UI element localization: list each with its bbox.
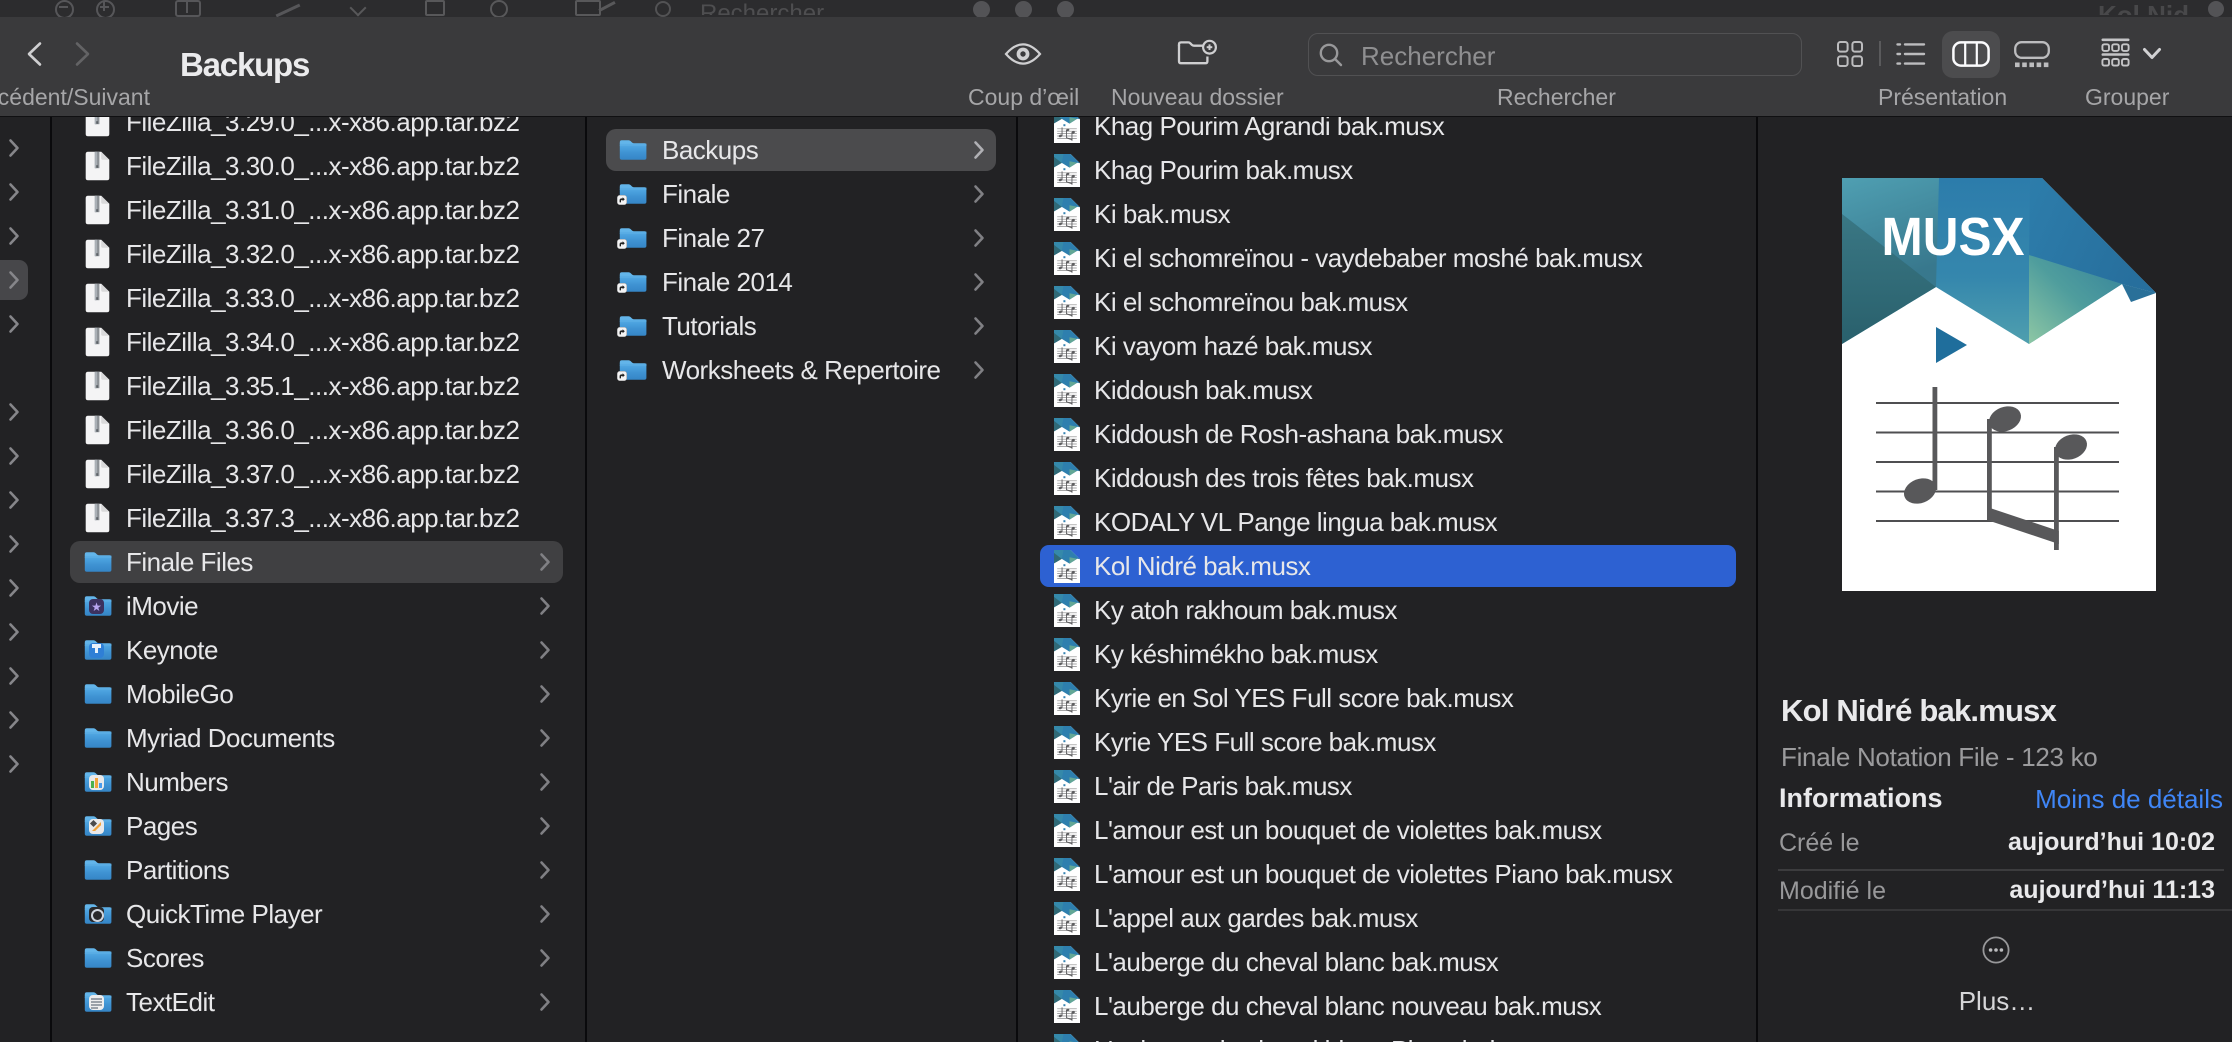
svg-text:MUSX: MUSX — [1882, 207, 2025, 267]
